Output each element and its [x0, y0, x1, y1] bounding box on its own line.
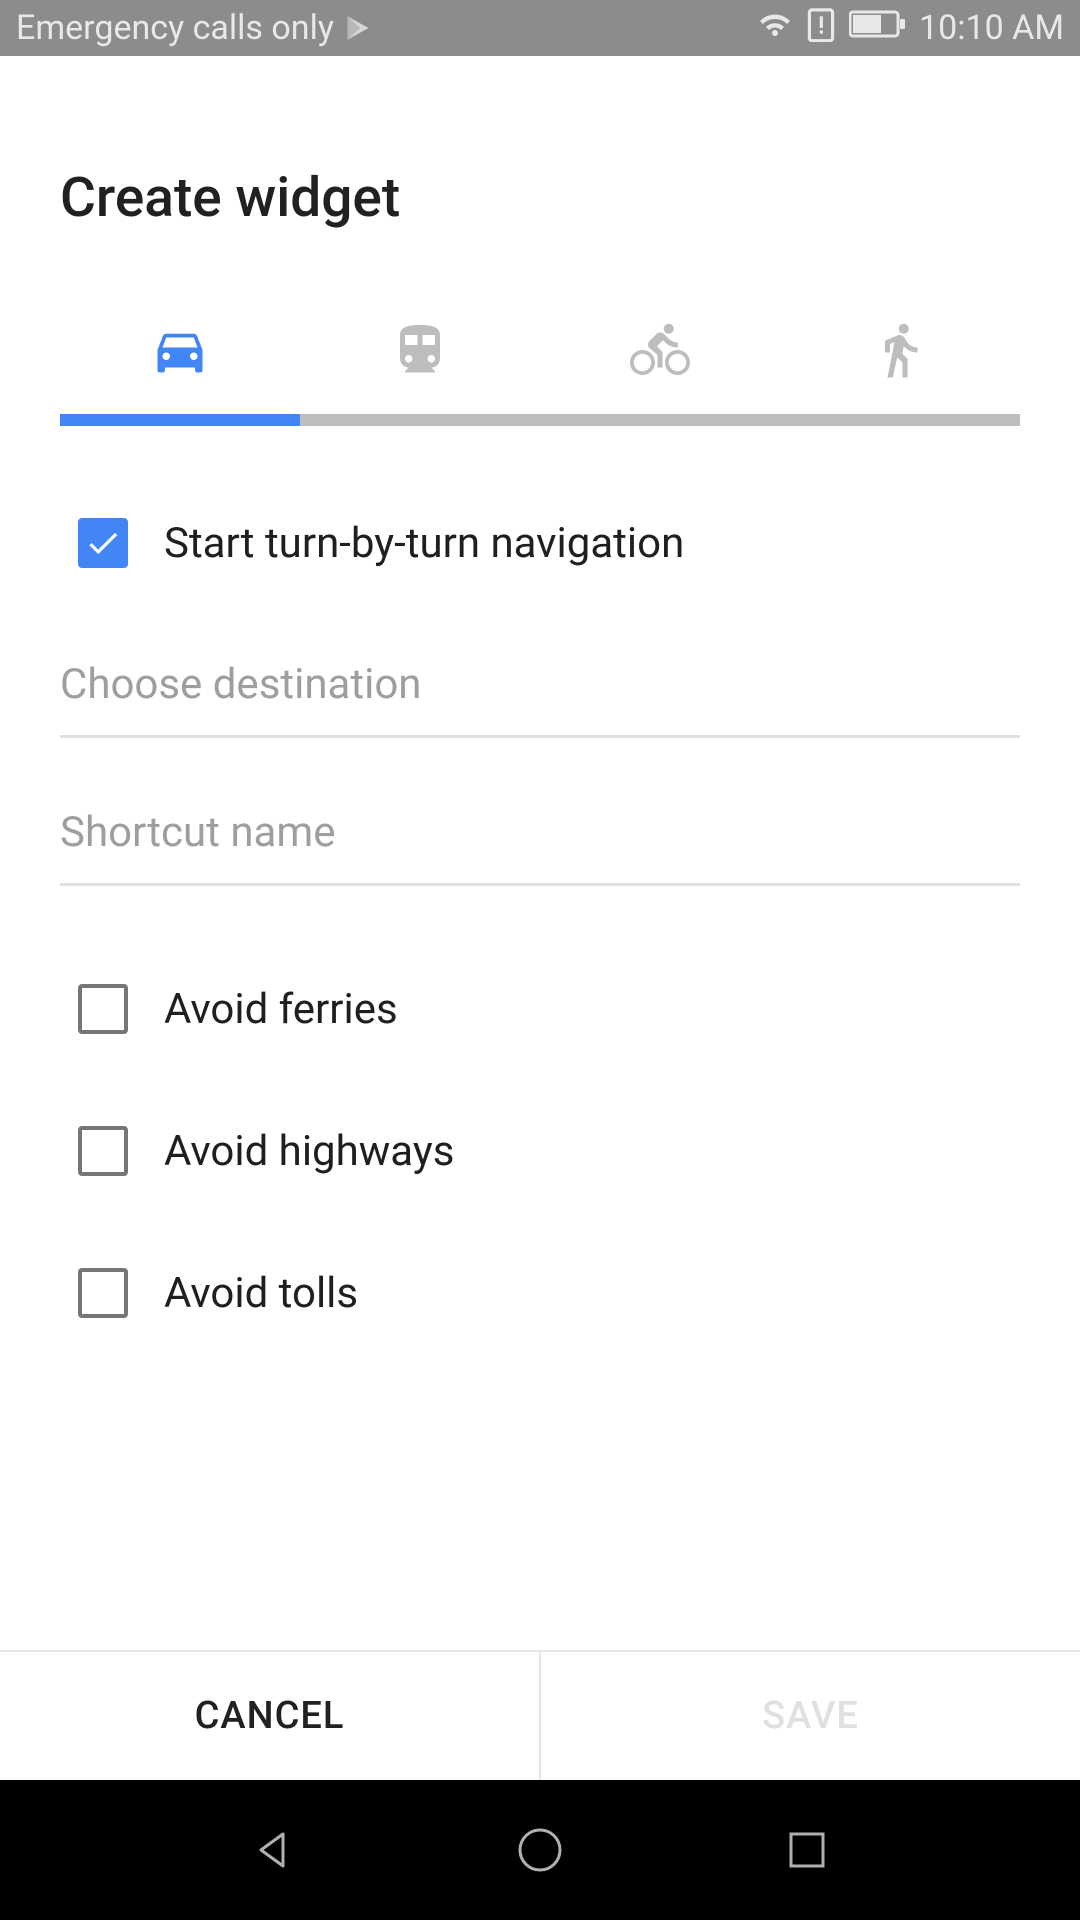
avoid-tolls-label: Avoid tolls — [164, 1269, 358, 1318]
start-navigation-row[interactable]: Start turn-by-turn navigation — [0, 518, 1080, 568]
avoid-options: Avoid ferries Avoid highways Avoid tolls — [0, 916, 1080, 1318]
shortcut-name-placeholder: Shortcut name — [60, 808, 335, 857]
battery-icon — [849, 8, 907, 48]
avoid-highways-checkbox[interactable] — [78, 1126, 128, 1176]
car-icon — [150, 320, 210, 384]
avoid-ferries-checkbox[interactable] — [78, 984, 128, 1034]
nav-home-button[interactable] — [500, 1810, 580, 1890]
button-bar: CANCEL SAVE — [0, 1650, 1080, 1780]
page-title: Create widget — [0, 56, 1080, 300]
status-left: Emergency calls only — [16, 8, 372, 48]
tab-transit[interactable] — [300, 300, 540, 426]
status-right: 10:10 AM — [757, 6, 1064, 51]
carrier-text: Emergency calls only — [16, 8, 334, 48]
status-bar: Emergency calls only 10:10 AM — [0, 0, 1080, 56]
cancel-button[interactable]: CANCEL — [0, 1652, 541, 1780]
travel-mode-tabs — [0, 300, 1080, 426]
android-nav-bar — [0, 1780, 1080, 1920]
status-time: 10:10 AM — [919, 8, 1064, 48]
play-store-icon — [344, 14, 372, 42]
nav-recent-button[interactable] — [767, 1810, 847, 1890]
tab-walk[interactable] — [780, 300, 1020, 426]
start-navigation-checkbox[interactable] — [78, 518, 128, 568]
nav-back-button[interactable] — [233, 1810, 313, 1890]
walk-icon — [870, 320, 930, 384]
avoid-highways-label: Avoid highways — [164, 1127, 454, 1176]
avoid-highways-row[interactable]: Avoid highways — [0, 1126, 1080, 1176]
sim-alert-icon — [805, 6, 837, 51]
shortcut-name-input[interactable]: Shortcut name — [60, 808, 1020, 886]
transit-icon — [390, 320, 450, 384]
content-area: Create widget Start turn-by-tu — [0, 56, 1080, 1780]
avoid-tolls-row[interactable]: Avoid tolls — [0, 1268, 1080, 1318]
tab-bicycle[interactable] — [540, 300, 780, 426]
bicycle-icon — [630, 320, 690, 384]
avoid-tolls-checkbox[interactable] — [78, 1268, 128, 1318]
avoid-ferries-row[interactable]: Avoid ferries — [0, 984, 1080, 1034]
destination-placeholder: Choose destination — [60, 660, 421, 709]
start-navigation-label: Start turn-by-turn navigation — [164, 519, 684, 568]
destination-input[interactable]: Choose destination — [60, 660, 1020, 738]
save-button[interactable]: SAVE — [541, 1652, 1080, 1780]
wifi-icon — [757, 6, 793, 51]
tab-car[interactable] — [60, 300, 300, 426]
avoid-ferries-label: Avoid ferries — [164, 985, 398, 1034]
